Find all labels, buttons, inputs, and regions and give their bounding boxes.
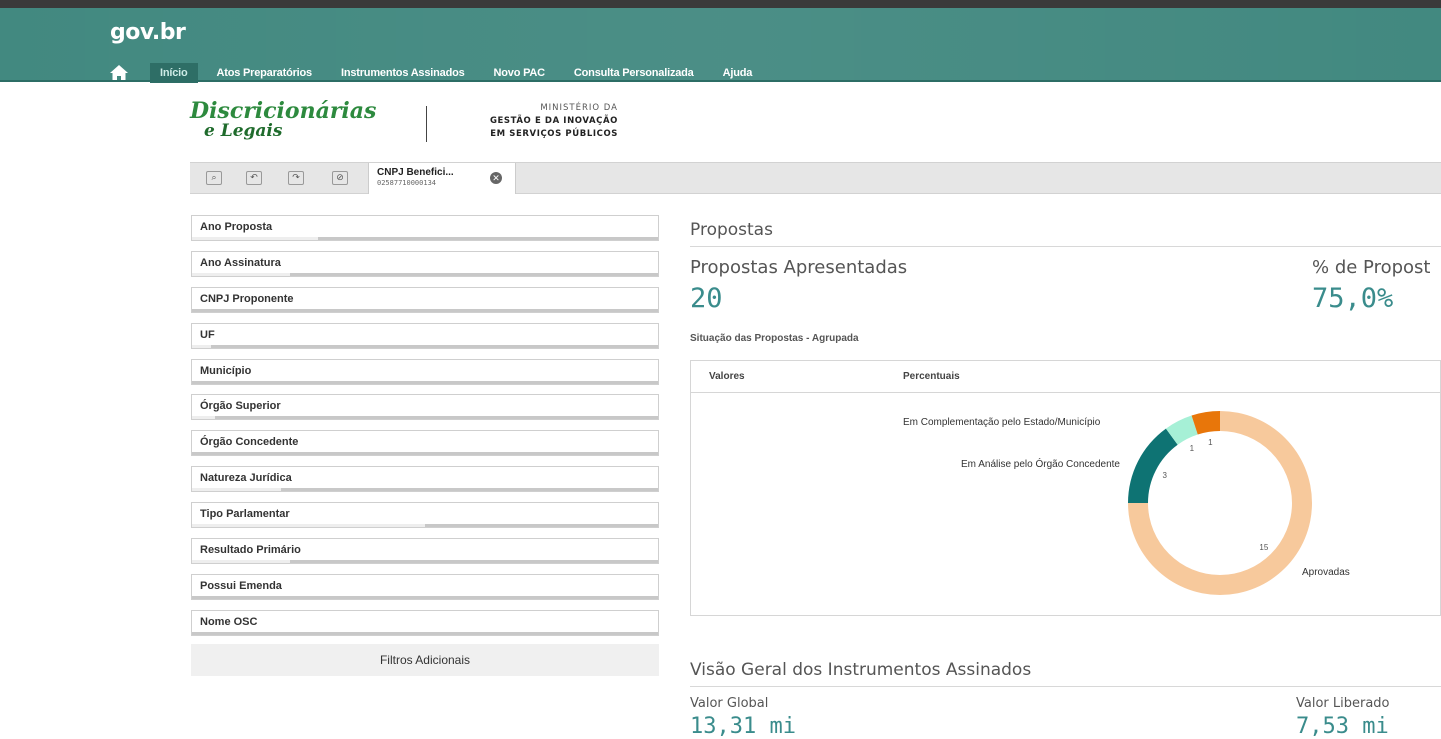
discricionarias-logo: Discricionárias e Legais: [190, 100, 376, 140]
filter-label: Tipo Parlamentar: [200, 508, 290, 521]
filter-selection-bar: [192, 524, 658, 528]
filter-label: UF: [200, 328, 215, 341]
slice-value-label: 1: [1208, 438, 1213, 447]
kpi-propostas-apresentadas-label: Propostas Apresentadas: [690, 257, 908, 278]
chart-title: Situação das Propostas - Agrupada: [690, 333, 859, 344]
filter-selection-bar: [192, 344, 658, 348]
filter-municipio[interactable]: Município: [191, 358, 659, 385]
filter-selection-fill: [192, 488, 281, 492]
valor-liberado-label: Valor Liberado: [1296, 696, 1390, 711]
filter-label: Órgão Concedente: [200, 436, 299, 449]
filter-label: Órgão Superior: [200, 400, 281, 413]
search-select-icon[interactable]: ⌕: [206, 171, 222, 185]
filter-selection-fill: [192, 272, 290, 276]
filter-selection-fill: [192, 416, 216, 420]
filter-tipo-parlamentar[interactable]: Tipo Parlamentar: [191, 502, 659, 529]
filter-selection-bar: [192, 560, 658, 564]
filter-label: Município: [200, 364, 252, 377]
chart-tabs: Valores Percentuais: [691, 361, 1440, 393]
filter-label: Nome OSC: [200, 615, 258, 628]
filter-selection-bar: [192, 272, 658, 276]
situacao-chart-box: Valores Percentuais 15 3 1 1 Aprovadas Em Aná…: [690, 360, 1441, 616]
filter-ano-proposta[interactable]: Ano Proposta: [191, 215, 659, 241]
slice-category-label: Em Complementação pelo Estado/Município: [903, 417, 1101, 428]
visao-divider: [690, 686, 1441, 687]
chip-field-value: 02587710000134: [377, 179, 437, 187]
clear-selection-icon[interactable]: ⊘: [332, 171, 348, 185]
close-icon[interactable]: ✕: [490, 172, 502, 184]
filter-possui-emenda[interactable]: Possui Emenda: [191, 573, 659, 600]
kpi-propostas-apresentadas-value: 20: [690, 283, 723, 314]
select-back-icon[interactable]: ↶: [246, 171, 262, 185]
filter-selection-fill: [192, 344, 211, 348]
valor-global-value: 13,31 mi: [690, 714, 796, 739]
selection-toolbar: ⌕ ↶ ↷ ⊘ CNPJ Benefici... 02587710000134 …: [190, 162, 1441, 194]
ministry-line-1: MINISTÉRIO DA: [540, 103, 618, 113]
filter-selection-fill: [192, 560, 290, 564]
filter-label: Possui Emenda: [200, 579, 282, 592]
valor-global-label: Valor Global: [690, 696, 769, 711]
logo-divider: [426, 106, 427, 142]
filter-ano-assinatura[interactable]: Ano Assinatura: [191, 250, 659, 277]
donut-slice-1[interactable]: [1128, 428, 1178, 503]
selection-chip[interactable]: CNPJ Benefici... 02587710000134 ✕: [368, 163, 516, 194]
filter-panel: Ano Proposta Ano Assinatura CNPJ Proponent…: [191, 215, 659, 646]
logo-line-2: e Legais: [204, 121, 283, 141]
filter-natureza-juridica[interactable]: Natureza Jurídica: [191, 466, 659, 493]
filter-resultado-primario[interactable]: Resultado Primário: [191, 538, 659, 565]
filter-label: Ano Assinatura: [200, 256, 281, 269]
header-divider: [0, 80, 1441, 82]
filter-selection-bar: [192, 595, 658, 599]
tab-percentuais[interactable]: Percentuais: [903, 371, 960, 382]
filter-selection-fill: [192, 524, 425, 528]
slice-category-label: Aprovadas: [1302, 567, 1350, 578]
kpi-percent-value: 75,0%: [1312, 283, 1394, 314]
slice-value-label: 3: [1163, 471, 1168, 480]
additional-filters-button[interactable]: Filtros Adicionais: [191, 644, 659, 676]
filter-selection-bar: [192, 631, 658, 635]
propostas-divider: [690, 246, 1441, 247]
filter-selection-bar: [192, 452, 658, 456]
filter-nome-osc[interactable]: Nome OSC: [191, 609, 659, 636]
filter-selection-bar: [192, 237, 658, 240]
browser-top-strip: [0, 0, 1441, 8]
valor-liberado-value: 7,53 mi: [1296, 714, 1389, 739]
select-forward-icon[interactable]: ↷: [288, 171, 304, 185]
gov-header: gov.br Início Atos Preparatórios Instrum…: [0, 8, 1441, 83]
filter-label: CNPJ Proponente: [200, 292, 294, 305]
visao-geral-title: Visão Geral dos Instrumentos Assinados: [690, 660, 1032, 680]
slice-value-label: 15: [1259, 543, 1268, 552]
filter-label: Natureza Jurídica: [200, 472, 292, 485]
filter-selection-bar: [192, 488, 658, 492]
slice-category-label: Em Análise pelo Órgão Concedente: [961, 457, 1120, 470]
filter-orgao-concedente[interactable]: Órgão Concedente: [191, 430, 659, 457]
slice-value-label: 1: [1190, 444, 1195, 453]
kpi-percent-label: % de Propost: [1312, 257, 1431, 278]
chip-field-name: CNPJ Benefici...: [377, 167, 454, 178]
filter-selection-bar: [192, 416, 658, 420]
ministry-line-3: EM SERVIÇOS PÚBLICOS: [490, 129, 618, 139]
app-logo-block: Discricionárias e Legais MINISTÉRIO DA G…: [190, 100, 630, 150]
tab-valores[interactable]: Valores: [709, 371, 745, 382]
filter-selection-bar: [192, 380, 658, 384]
filter-uf[interactable]: UF: [191, 322, 659, 349]
donut-chart: 15 3 1 1 Aprovadas Em Análise pelo Órgão Conc…: [903, 411, 1350, 595]
propostas-title: Propostas: [690, 220, 773, 240]
ministry-logo: MINISTÉRIO DA GESTÃO E DA INOVAÇÃO EM SE…: [452, 102, 618, 141]
ministry-line-2: GESTÃO E DA INOVAÇÃO: [489, 116, 618, 126]
filter-cnpj-proponente[interactable]: CNPJ Proponente: [191, 286, 659, 313]
filter-selection-fill: [192, 237, 318, 240]
filter-label: Resultado Primário: [200, 544, 301, 557]
filter-selection-bar: [192, 308, 658, 312]
filter-orgao-superior[interactable]: Órgão Superior: [191, 394, 659, 421]
filter-label: Ano Proposta: [200, 221, 273, 233]
govbr-logo[interactable]: gov.br: [110, 20, 186, 45]
